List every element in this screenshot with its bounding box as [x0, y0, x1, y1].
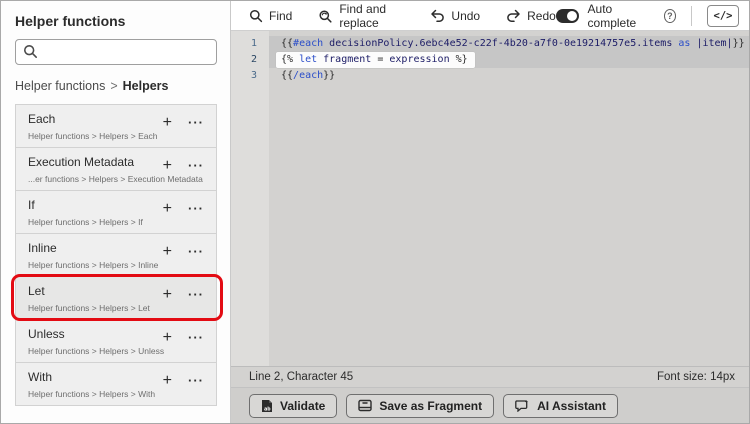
- toolbar-divider: [691, 5, 692, 26]
- save-as-fragment-label: Save as Fragment: [379, 398, 483, 413]
- more-options-button[interactable]: ···: [188, 330, 204, 346]
- search-input[interactable]: [15, 39, 217, 65]
- inserted-fragment-highlight: {% let fragment = expression %}: [276, 52, 475, 68]
- search-wrap: [15, 39, 217, 65]
- save-fragment-icon: [358, 399, 373, 412]
- helper-card-path: Helper functions > Helpers > If: [28, 217, 143, 227]
- editor-actionbar: ab Validate Save as Fragment AI Assistan…: [231, 387, 749, 423]
- editor-statusbar: Line 2, Character 45 Font size: 14px: [231, 366, 749, 387]
- breadcrumb-current: Helpers: [122, 79, 169, 93]
- helper-card-path: Helper functions > Helpers > With: [28, 389, 156, 399]
- helper-card-unless[interactable]: Unless Helper functions > Helpers > Unle…: [15, 319, 217, 363]
- search-icon: [23, 44, 38, 59]
- code-view-toggle-button[interactable]: </>: [707, 4, 739, 27]
- helper-card-inline[interactable]: Inline Helper functions > Helpers > Inli…: [15, 233, 217, 277]
- breadcrumb-parent[interactable]: Helper functions: [15, 79, 105, 93]
- add-helper-button[interactable]: +: [163, 287, 172, 303]
- expression-editor-window: Helper functions Helper functions > Helper…: [0, 0, 750, 424]
- add-helper-button[interactable]: +: [163, 201, 172, 217]
- code-line-content: {% let fragment = expression %}: [269, 52, 749, 68]
- sidebar-title: Helper functions: [15, 13, 126, 29]
- more-options-button[interactable]: ···: [188, 287, 204, 303]
- helper-functions-sidebar: Helper functions Helper functions > Helper…: [1, 1, 231, 423]
- add-helper-button[interactable]: +: [163, 115, 172, 131]
- add-helper-button[interactable]: +: [163, 158, 172, 174]
- code-editor[interactable]: 1 {{#each decisionPolicy.6ebc4e52-c22f-4…: [231, 31, 749, 366]
- ai-assistant-icon: [515, 399, 530, 412]
- more-options-button[interactable]: ···: [188, 201, 204, 217]
- validate-icon: ab: [261, 399, 273, 413]
- editor-toolbar: Find Find and replace Undo Redo Auto com…: [231, 1, 749, 31]
- find-icon: [249, 9, 263, 23]
- more-options-button[interactable]: ···: [188, 115, 204, 131]
- helper-card-with[interactable]: With Helper functions > Helpers > With +…: [15, 362, 217, 406]
- helper-card-path: Helper functions > Helpers > Each: [28, 131, 158, 141]
- redo-icon: [506, 9, 521, 22]
- find-and-replace-button[interactable]: Find and replace: [318, 2, 404, 30]
- validate-label: Validate: [280, 398, 326, 413]
- more-options-button[interactable]: ···: [188, 373, 204, 389]
- validate-button[interactable]: ab Validate: [249, 393, 338, 418]
- add-helper-button[interactable]: +: [163, 373, 172, 389]
- svg-text:ab: ab: [264, 406, 271, 412]
- helper-card-path: Helper functions > Helpers > Inline: [28, 260, 159, 270]
- find-and-replace-icon: [318, 9, 333, 23]
- breadcrumb-separator: >: [110, 79, 118, 93]
- auto-complete-label: Auto complete: [587, 1, 637, 30]
- redo-button[interactable]: Redo: [506, 9, 556, 23]
- helper-card-execution-metadata[interactable]: Execution Metadata ...er functions > Hel…: [15, 147, 217, 191]
- more-options-button[interactable]: ···: [188, 158, 204, 174]
- help-icon[interactable]: ?: [663, 8, 677, 23]
- save-as-fragment-button[interactable]: Save as Fragment: [346, 393, 495, 418]
- code-line-content: {{#each decisionPolicy.6ebc4e52-c22f-4b2…: [269, 36, 749, 52]
- undo-label: Undo: [451, 8, 481, 23]
- find-button[interactable]: Find: [249, 9, 292, 23]
- redo-label: Redo: [527, 8, 556, 23]
- editor-panel: Find Find and replace Undo Redo Auto com…: [231, 1, 749, 423]
- breadcrumb: Helper functions > Helpers: [1, 65, 230, 103]
- undo-button[interactable]: Undo: [430, 9, 480, 23]
- add-helper-button[interactable]: +: [163, 244, 172, 260]
- cursor-position-status: Line 2, Character 45: [249, 371, 354, 383]
- ai-assistant-label: AI Assistant: [537, 398, 606, 413]
- auto-complete-toggle[interactable]: [555, 8, 579, 23]
- helper-card-list: Each Helper functions > Helpers > Each +…: [11, 104, 223, 406]
- code-line-content: {{/each}}: [281, 70, 336, 81]
- ai-assistant-button[interactable]: AI Assistant: [503, 393, 618, 418]
- helper-card-if[interactable]: If Helper functions > Helpers > If + ···: [15, 190, 217, 234]
- add-helper-button[interactable]: +: [163, 330, 172, 346]
- helper-card-let[interactable]: Let Helper functions > Helpers > Let + ·…: [11, 274, 223, 321]
- font-size-status: Font size: 14px: [657, 371, 735, 383]
- line-number: 3: [250, 70, 257, 81]
- line-number: 2: [250, 54, 257, 65]
- helper-card-path: ...er functions > Helpers > Execution Me…: [28, 174, 203, 184]
- code-line-2[interactable]: 2 {% let fragment = expression %}: [231, 52, 749, 68]
- code-line-1[interactable]: 1 {{#each decisionPolicy.6ebc4e52-c22f-4…: [231, 36, 749, 52]
- helper-card-each[interactable]: Each Helper functions > Helpers > Each +…: [15, 104, 217, 148]
- find-and-replace-label: Find and replace: [339, 1, 387, 30]
- line-number: 1: [250, 38, 257, 49]
- code-line-3[interactable]: 3 {{/each}}: [231, 68, 749, 84]
- helper-card-path: Helper functions > Helpers > Unless: [28, 346, 165, 356]
- more-options-button[interactable]: ···: [188, 244, 204, 260]
- helper-card-path: Helper functions > Helpers > Let: [28, 303, 150, 313]
- undo-icon: [430, 9, 445, 22]
- find-label: Find: [269, 8, 293, 23]
